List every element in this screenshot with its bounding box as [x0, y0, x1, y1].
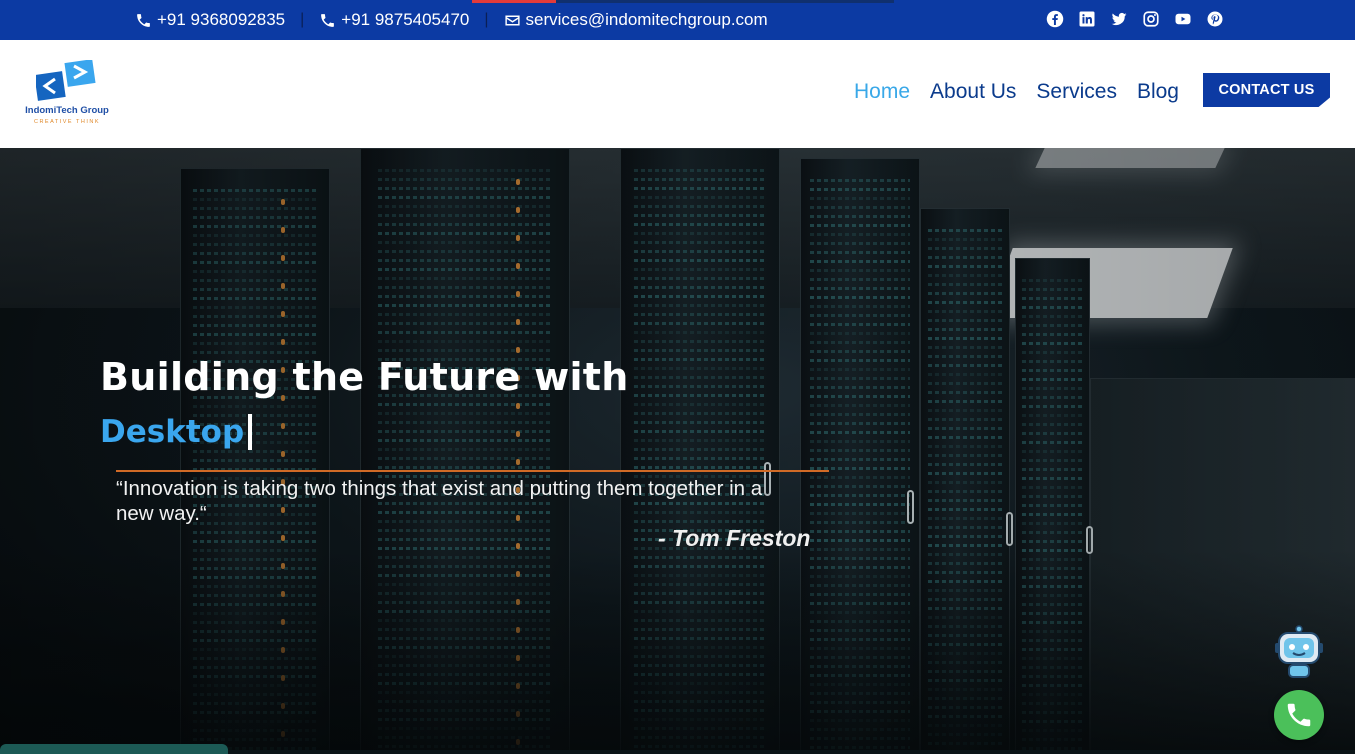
- close-icon[interactable]: ⌃: [676, 0, 688, 10]
- hero-typed-text: Desktop: [100, 414, 253, 450]
- phone-link-1[interactable]: +91 9368092835: [135, 10, 285, 30]
- logo-mark-icon: [36, 60, 96, 101]
- nav-blog[interactable]: Blog: [1137, 79, 1179, 105]
- pinterest-icon[interactable]: [1206, 10, 1224, 28]
- contact-us-button[interactable]: CONTACT US: [1203, 73, 1330, 107]
- nav-about-us[interactable]: About Us: [930, 79, 1016, 105]
- site-logo[interactable]: IndomiTech Group CREATIVE THINK: [22, 60, 112, 130]
- chatbot-icon[interactable]: [1273, 625, 1325, 679]
- phone-icon: [137, 13, 150, 27]
- twitter-icon[interactable]: [1110, 10, 1128, 28]
- site-header: IndomiTech Group CREATIVE THINK Home Abo…: [0, 40, 1355, 148]
- nav-home[interactable]: Home: [854, 79, 910, 105]
- linkedin-icon[interactable]: [1078, 10, 1096, 28]
- logo-name: IndomiTech Group: [25, 105, 109, 116]
- bottom-chat-tab[interactable]: [0, 744, 228, 754]
- email-address: services@indomitechgroup.com: [525, 10, 768, 29]
- hero-typed-word: Desktop: [100, 414, 245, 450]
- phone-number-2: +91 9875405470: [341, 10, 470, 29]
- logo-tagline: CREATIVE THINK: [33, 119, 101, 125]
- typing-cursor: [248, 414, 253, 450]
- phone-link-2[interactable]: +91 9875405470: [319, 10, 469, 30]
- phone-icon: [1287, 703, 1311, 727]
- top-contact-bar: ⌃ +91 9368092835 | +91 9875405470 | serv…: [0, 0, 1355, 40]
- top-accent-strip: [472, 0, 556, 3]
- contact-list: +91 9368092835 | +91 9875405470 | servic…: [135, 10, 768, 30]
- separator: |: [484, 11, 489, 28]
- youtube-icon[interactable]: [1174, 10, 1192, 28]
- hero-title: Building the Future with: [100, 355, 629, 399]
- nav-services[interactable]: Services: [1036, 79, 1117, 105]
- separator: |: [300, 11, 305, 28]
- facebook-icon[interactable]: [1046, 10, 1064, 28]
- quote-author: - Tom Freston: [658, 525, 811, 551]
- envelope-icon: [504, 15, 520, 25]
- quote-divider: [116, 470, 829, 472]
- top-accent-strip-dark: [556, 0, 894, 3]
- call-button[interactable]: [1274, 690, 1324, 740]
- phone-icon: [321, 13, 335, 27]
- social-links: [1046, 10, 1224, 28]
- email-link[interactable]: services@indomitechgroup.com: [504, 10, 768, 30]
- main-nav: Home About Us Services Blog: [854, 79, 1179, 105]
- hero-quote: “Innovation is taking two things that ex…: [116, 477, 763, 525]
- instagram-icon[interactable]: [1142, 10, 1160, 28]
- hero-section: Building the Future with Desktop “Innova…: [0, 148, 1355, 750]
- phone-number-1: +91 9368092835: [157, 10, 286, 29]
